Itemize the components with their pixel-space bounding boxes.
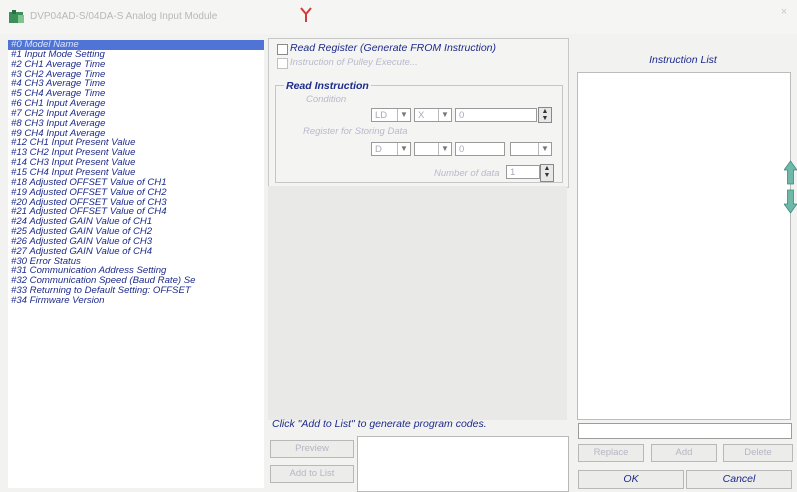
- list-item[interactable]: #14 CH3 Input Present Value: [8, 158, 264, 168]
- list-item[interactable]: #0 Model Name: [8, 40, 264, 50]
- register-type-select[interactable]: ▼: [414, 142, 452, 156]
- read-register-label: Read Register (Generate FROM Instruction…: [290, 42, 496, 54]
- register-device-select[interactable]: D ▼: [371, 142, 411, 156]
- number-of-data-input[interactable]: 1: [506, 165, 540, 179]
- list-item[interactable]: #9 CH4 Input Average: [8, 129, 264, 139]
- close-icon[interactable]: ×: [776, 6, 792, 22]
- read-instruction-title: Read Instruction: [284, 80, 371, 92]
- move-arrows-icon[interactable]: [784, 160, 797, 214]
- list-item[interactable]: #3 CH2 Average Time: [8, 70, 264, 80]
- list-item[interactable]: #13 CH2 Input Present Value: [8, 148, 264, 158]
- condition-spin-icon[interactable]: ▲ ▼: [538, 107, 552, 123]
- list-item[interactable]: #26 Adjusted GAIN Value of CH3: [8, 237, 264, 247]
- add-button[interactable]: Add: [651, 444, 717, 462]
- condition-device-select[interactable]: X ▼: [414, 108, 452, 122]
- register-suffix-select[interactable]: ▼: [510, 142, 552, 156]
- list-item[interactable]: #15 CH4 Input Present Value: [8, 168, 264, 178]
- list-item[interactable]: #19 Adjusted OFFSET Value of CH2: [8, 188, 264, 198]
- delete-button[interactable]: Delete: [723, 444, 793, 462]
- ok-button[interactable]: OK: [578, 470, 684, 489]
- list-item[interactable]: #31 Communication Address Setting: [8, 266, 264, 276]
- number-of-data-spin-icon[interactable]: ▲ ▼: [540, 164, 554, 182]
- list-item[interactable]: #25 Adjusted GAIN Value of CH2: [8, 227, 264, 237]
- instruction-list-title: Instruction List: [649, 54, 717, 66]
- cancel-button[interactable]: Cancel: [686, 470, 792, 489]
- read-register-checkbox[interactable]: [277, 44, 288, 55]
- register-address-input[interactable]: 0: [455, 142, 505, 156]
- list-item[interactable]: #1 Input Mode Setting: [8, 50, 264, 60]
- list-item[interactable]: #12 CH1 Input Present Value: [8, 138, 264, 148]
- list-item[interactable]: #18 Adjusted OFFSET Value of CH1: [8, 178, 264, 188]
- condition-address-input[interactable]: 0: [455, 108, 537, 122]
- list-item[interactable]: #27 Adjusted GAIN Value of CH4: [8, 247, 264, 257]
- list-item[interactable]: #34 Firmware Version: [8, 296, 264, 306]
- title-bar: DVP04AD-S/04DA-S Analog Input Module ×: [0, 0, 797, 34]
- list-item[interactable]: #20 Adjusted OFFSET Value of CH3: [8, 198, 264, 208]
- pulse-execute-label: Instruction of Pulley Execute...: [290, 57, 418, 68]
- register-item-list[interactable]: #0 Model Name #1 Input Mode Setting #2 CH1…: [8, 40, 264, 488]
- add-to-list-hint: Click "Add to List" to generate program …: [272, 418, 487, 430]
- list-item[interactable]: #7 CH2 Input Average: [8, 109, 264, 119]
- preview-area: [268, 186, 567, 420]
- list-item[interactable]: #21 Adjusted OFFSET Value of CH4: [8, 207, 264, 217]
- instruction-edit-input[interactable]: [578, 423, 792, 439]
- list-item[interactable]: #30 Error Status: [8, 257, 264, 267]
- number-of-data-label: Number of data: [434, 168, 500, 179]
- list-item[interactable]: #2 CH1 Average Time: [8, 60, 264, 70]
- add-to-list-button[interactable]: Add to List: [270, 465, 354, 483]
- window-title: DVP04AD-S/04DA-S Analog Input Module: [30, 11, 218, 22]
- list-item[interactable]: #6 CH1 Input Average: [8, 99, 264, 109]
- list-item[interactable]: #33 Returning to Default Setting: OFFSET: [8, 286, 264, 296]
- instruction-list-box[interactable]: [577, 72, 791, 420]
- list-item[interactable]: #32 Communication Speed (Baud Rate) Se: [8, 276, 264, 286]
- list-item[interactable]: #8 CH3 Input Average: [8, 119, 264, 129]
- preview-button[interactable]: Preview: [270, 440, 354, 458]
- condition-instruction-select[interactable]: LD ▼: [371, 108, 411, 122]
- red-marker-icon: [300, 7, 312, 22]
- condition-label: Condition: [306, 94, 347, 105]
- list-item[interactable]: #5 CH4 Average Time: [8, 89, 264, 99]
- list-item[interactable]: #24 Adjusted GAIN Value of CH1: [8, 217, 264, 227]
- pulse-execute-checkbox[interactable]: [277, 58, 288, 69]
- app-icon: [9, 10, 24, 23]
- replace-button[interactable]: Replace: [578, 444, 644, 462]
- register-label: Register for Storing Data: [303, 126, 408, 137]
- list-item[interactable]: #4 CH3 Average Time: [8, 79, 264, 89]
- generated-code-box[interactable]: [357, 436, 569, 492]
